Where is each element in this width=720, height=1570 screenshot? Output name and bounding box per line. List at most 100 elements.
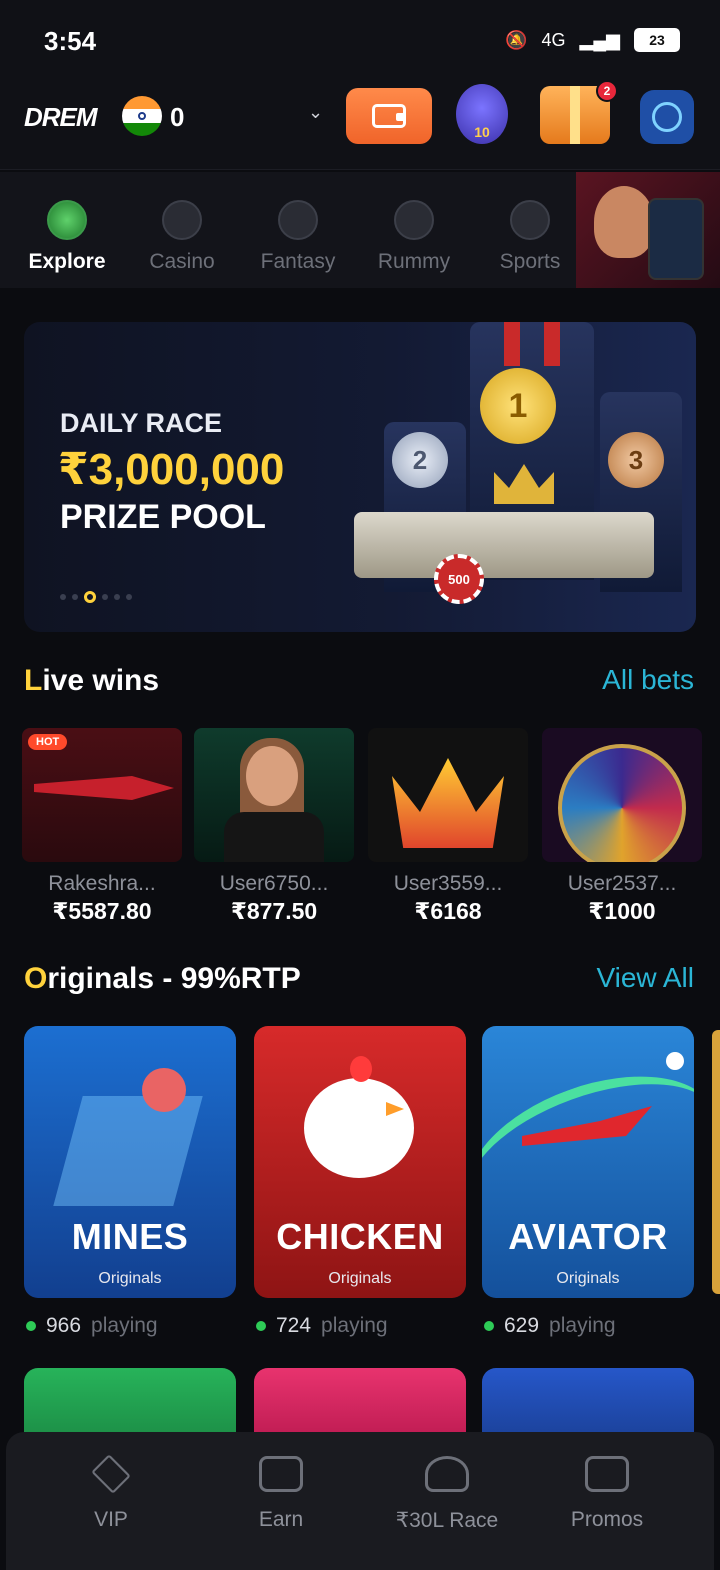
nav-race[interactable]: ₹30L Race	[372, 1456, 522, 1533]
win-amount: ₹5587.80	[52, 898, 152, 924]
nav-label: VIP	[94, 1508, 128, 1531]
vip-level-badge[interactable]: 10	[456, 84, 508, 144]
game-title: MINES	[71, 1216, 189, 1257]
live-win-card[interactable]: User2537... ₹1000	[542, 728, 702, 925]
wallet-button[interactable]	[346, 88, 432, 144]
bronze-medal-icon: 3	[608, 432, 664, 488]
diamond-icon	[91, 1454, 131, 1494]
tab-rummy[interactable]: Rummy	[359, 200, 469, 274]
players-count: 966 playing	[26, 1314, 158, 1338]
live-wins-title-accent: L	[24, 664, 43, 697]
game-subtitle: Originals	[556, 1270, 620, 1287]
headset-icon	[652, 102, 682, 132]
banner-line1: DAILY RACE	[60, 408, 223, 438]
phone-image	[648, 198, 704, 280]
win-amount: ₹877.50	[230, 898, 318, 924]
tab-casino[interactable]: Casino	[127, 200, 237, 274]
mines-game-card[interactable]: MINES Originals	[24, 1026, 236, 1298]
cricket-bat-icon	[278, 200, 318, 240]
casino-chip-icon: 500	[434, 554, 484, 604]
spade-icon	[162, 200, 202, 240]
planet-icon	[47, 200, 87, 240]
game-subtitle: Originals	[98, 1270, 162, 1287]
players-count: 724 playing	[256, 1314, 388, 1338]
promo-thumbnail[interactable]	[576, 172, 720, 288]
daily-race-banner[interactable]: DAILY RACE ₹3,000,000 PRIZE POOL 1 2 3 5…	[24, 322, 696, 632]
battery-icon: 23	[634, 28, 680, 52]
cash-stack-image	[354, 512, 654, 578]
game-title: CHICKEN	[276, 1216, 444, 1257]
nav-label: ₹30L Race	[395, 1509, 499, 1532]
online-dot-icon	[256, 1321, 266, 1331]
card-icon	[259, 1456, 303, 1492]
money-wheel-thumb	[542, 728, 702, 862]
nav-vip[interactable]: VIP	[36, 1454, 186, 1532]
banner-line3: PRIZE POOL	[60, 498, 266, 536]
tab-label: Explore	[28, 250, 106, 273]
trail-end-dot	[666, 1052, 684, 1070]
chicken-comb	[350, 1056, 372, 1082]
hot-badge: HOT	[28, 734, 68, 750]
gift-icon	[585, 1456, 629, 1492]
silver-medal-icon: 2	[392, 432, 448, 488]
win-username: User3559...	[393, 872, 503, 895]
nav-label: Promos	[570, 1508, 644, 1531]
view-all-link[interactable]: View All	[596, 962, 694, 994]
speed-game-thumb	[194, 728, 354, 862]
aviator-game-thumb: HOT	[22, 728, 182, 862]
gold-medal-icon: 1	[480, 368, 556, 444]
online-dot-icon	[484, 1321, 494, 1331]
promo-person-image	[594, 186, 654, 258]
nav-label: Earn	[258, 1508, 304, 1531]
live-win-card[interactable]: User6750... ₹877.50	[194, 728, 354, 925]
mute-icon: 🔕	[505, 29, 528, 50]
ribbon	[544, 322, 560, 366]
live-wins-title: Live wins	[24, 664, 159, 698]
aviator-game-card[interactable]: AVIATOR Originals	[482, 1026, 694, 1298]
nav-earn[interactable]: Earn	[206, 1456, 356, 1532]
win-username: User6750...	[219, 872, 329, 895]
status-bar: 3:54 🔕 4G ▂▄▆ 23	[0, 0, 720, 82]
tab-explore[interactable]: Explore	[12, 200, 122, 274]
online-dot-icon	[26, 1321, 36, 1331]
game-subtitle: Originals	[328, 1270, 392, 1287]
game-title: AVIATOR	[508, 1216, 668, 1257]
status-icons: 🔕 4G ▂▄▆ 23	[505, 28, 680, 52]
originals-title: Originals - 99%RTP	[24, 962, 301, 996]
app-logo[interactable]: DREM	[24, 102, 98, 133]
players-count: 629 playing	[484, 1314, 616, 1338]
win-amount: ₹1000	[588, 898, 656, 924]
mine-icon	[142, 1068, 186, 1112]
tab-fantasy[interactable]: Fantasy	[243, 200, 353, 274]
tab-sports[interactable]: Sports	[475, 200, 585, 274]
cards-icon	[394, 200, 434, 240]
originals-title-accent: O	[24, 962, 48, 995]
nav-promos[interactable]: Promos	[532, 1456, 682, 1532]
win-username: Rakeshra...	[48, 872, 156, 895]
status-time: 3:54	[44, 26, 97, 56]
signal-icon: ▂▄▆	[579, 29, 620, 50]
bottom-nav: VIP Earn ₹30L Race Promos	[6, 1432, 714, 1570]
trophy-icon	[425, 1456, 469, 1492]
india-flag-icon	[122, 96, 162, 136]
football-icon	[510, 200, 550, 240]
support-button[interactable]	[640, 90, 694, 144]
chevron-down-icon[interactable]: ⌄	[308, 102, 323, 123]
carousel-dots[interactable]	[60, 591, 132, 603]
next-card-peek	[712, 1030, 720, 1294]
app-header: DREM 0 ⌄ 10 2	[0, 80, 720, 170]
vip-level-number: 10	[474, 124, 490, 140]
wallet-icon	[372, 104, 406, 128]
win-username: User2537...	[567, 872, 677, 895]
mines-grid-image	[53, 1096, 203, 1206]
win-amount: ₹6168	[414, 898, 482, 924]
live-win-card[interactable]: HOT Rakeshra... ₹5587.80	[22, 728, 182, 925]
tab-label: Rummy	[377, 250, 451, 273]
tab-label: Sports	[499, 250, 561, 273]
live-win-card[interactable]: User3559... ₹6168	[368, 728, 528, 925]
chicken-image	[304, 1078, 414, 1178]
live-wins-title-rest: ive wins	[42, 664, 160, 697]
tab-label: Casino	[149, 250, 215, 273]
all-bets-link[interactable]: All bets	[602, 664, 694, 696]
chicken-game-card[interactable]: CHICKEN Originals	[254, 1026, 466, 1298]
